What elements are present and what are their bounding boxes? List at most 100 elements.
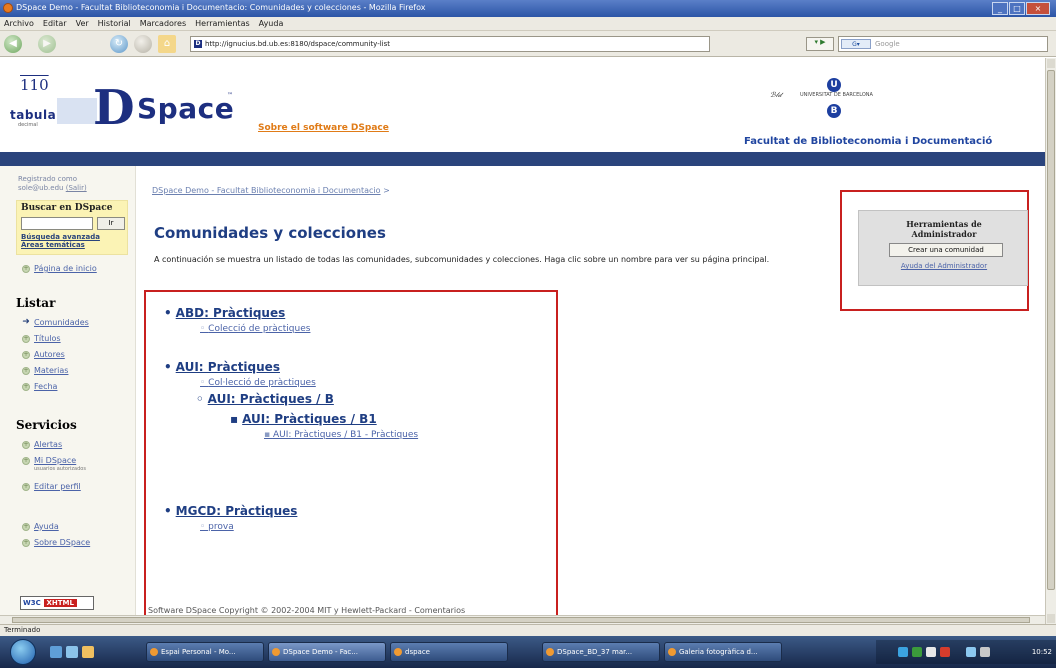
bullet-icon: + — [22, 538, 30, 547]
breadcrumb-link[interactable]: DSpace Demo - Facultat Biblioteconomia i… — [152, 186, 381, 195]
community-list-highlight — [144, 290, 558, 624]
edit-profile-link[interactable]: + Editar perfil — [22, 482, 81, 491]
window-title: DSpace Demo - Facultat Biblioteconomia i… — [16, 3, 426, 12]
taskbar-item[interactable]: dspace — [390, 642, 508, 662]
bullet-icon: + — [22, 440, 30, 449]
browse-subjects-link[interactable]: + Materias — [22, 366, 68, 375]
bullet-icon: + — [22, 350, 30, 359]
bullet-icon: + — [22, 264, 30, 273]
header-bar — [0, 152, 1045, 166]
menu-historial[interactable]: Historial — [98, 19, 131, 30]
university-logo[interactable]: ℬ𝓁𝒹 U B UNIVERSITAT DE BARCELONA — [770, 78, 920, 118]
tray-icon[interactable] — [912, 647, 922, 657]
close-button[interactable]: × — [1026, 2, 1050, 15]
scroll-down-icon[interactable] — [1047, 614, 1055, 623]
start-button[interactable] — [10, 639, 36, 665]
search-input[interactable]: G▾ Google — [838, 36, 1048, 52]
google-engine-icon[interactable]: G▾ — [841, 39, 871, 49]
help-link[interactable]: + Ayuda — [22, 522, 59, 531]
menu-ver[interactable]: Ver — [76, 19, 89, 30]
home-link[interactable]: + Página de inicio — [22, 264, 97, 273]
vertical-scrollbar[interactable] — [1045, 58, 1056, 624]
arrow-icon: ➜ — [22, 316, 30, 327]
intro-text: A continuación se muestra un listado de … — [154, 255, 770, 264]
about-dspace-sidebar-link[interactable]: + Sobre DSpace — [22, 538, 90, 547]
search-heading: Buscar en DSpace — [21, 203, 113, 213]
sidebar-search-go-button[interactable]: Ir — [97, 217, 125, 230]
logout-link[interactable]: (Salir) — [66, 184, 87, 192]
tray-icon[interactable] — [898, 647, 908, 657]
advanced-search-link[interactable]: Búsqueda avanzada — [21, 233, 100, 241]
community-abd[interactable]: • ABD: Pràctiques — [164, 306, 285, 320]
w3c-xhtml-badge[interactable]: W3C XHTML — [20, 596, 94, 610]
dspace-logo[interactable]: D Space ™ — [57, 80, 235, 136]
maximize-button[interactable]: □ — [1009, 2, 1025, 15]
quicklaunch-icon[interactable] — [50, 646, 62, 658]
admin-help-link[interactable]: Ayuda del Administrador — [859, 262, 1029, 270]
tabula-logo[interactable]: 110 tabula decimal — [10, 76, 56, 136]
menu-marcadores[interactable]: Marcadores — [140, 19, 186, 30]
faculty-name: Facultat de Biblioteconomia i Documentac… — [744, 136, 993, 147]
stop-icon[interactable] — [134, 35, 152, 53]
collection-abd-practiques[interactable]: ◦ Colecció de pràctiques — [200, 324, 310, 334]
horizontal-scrollbar[interactable] — [0, 615, 1045, 624]
logged-in-info: Registrado como sole@ub.edu (Salir) — [18, 175, 87, 192]
reload-icon[interactable]: ↻ — [110, 35, 128, 53]
back-icon[interactable]: ◀ — [4, 35, 22, 53]
browse-date-link[interactable]: + Fecha — [22, 382, 57, 391]
about-dspace-link[interactable]: Sobre el software DSpace — [258, 123, 389, 133]
topic-areas-link[interactable]: Áreas temáticas — [21, 241, 85, 249]
menu-ayuda[interactable]: Ayuda — [259, 19, 284, 30]
quicklaunch-icon[interactable] — [82, 646, 94, 658]
url-input[interactable]: D http://ignucius.bd.ub.es:8180/dspace/c… — [190, 36, 710, 52]
scroll-thumb[interactable] — [1047, 70, 1055, 590]
menu-archivo[interactable]: Archivo — [4, 19, 34, 30]
taskbar-item[interactable]: DSpace_BD_37 mar... — [542, 642, 660, 662]
subcommunity-aui-b[interactable]: ◦ AUI: Pràctiques / B — [196, 392, 334, 406]
alerts-link[interactable]: + Alertas — [22, 440, 62, 449]
browse-communities-link[interactable]: ➜ Comunidades — [22, 316, 89, 327]
page-title: Comunidades y colecciones — [154, 224, 386, 242]
go-button[interactable]: ▾ ▶ — [806, 37, 834, 51]
my-dspace-link[interactable]: + Mi DSpace — [22, 456, 76, 465]
create-community-button[interactable]: Crear una comunidad — [889, 243, 1003, 257]
browse-heading: Listar — [16, 296, 56, 310]
tray-icon[interactable] — [940, 647, 950, 657]
services-heading: Servicios — [16, 418, 77, 432]
bullet-icon: + — [22, 334, 30, 343]
tray-icon[interactable] — [926, 647, 936, 657]
page-viewport: 110 tabula decimal D Space ™ Sobre el so… — [0, 58, 1045, 624]
taskbar-item[interactable]: Espai Personal - Mo... — [146, 642, 264, 662]
quicklaunch-icon[interactable] — [66, 646, 78, 658]
community-aui[interactable]: • AUI: Pràctiques — [164, 360, 280, 374]
taskbar-item[interactable]: Galeria fotogràfica d... — [664, 642, 782, 662]
bullet-icon: + — [22, 482, 30, 491]
menu-herramientas[interactable]: Herramientas — [195, 19, 250, 30]
sidebar: Registrado como sole@ub.edu (Salir) Busc… — [0, 166, 136, 624]
clock[interactable]: 10:52 — [1032, 648, 1052, 656]
volume-icon[interactable] — [980, 647, 990, 657]
scroll-up-icon[interactable] — [1047, 59, 1055, 68]
network-icon[interactable] — [966, 647, 976, 657]
sidebar-search-input[interactable] — [21, 217, 93, 230]
browse-authors-link[interactable]: + Autores — [22, 350, 65, 359]
window-controls: _ □ × — [992, 2, 1050, 15]
window-titlebar: DSpace Demo - Facultat Biblioteconomia i… — [0, 0, 1056, 17]
breadcrumb: DSpace Demo - Facultat Biblioteconomia i… — [152, 186, 390, 195]
system-tray: 10:52 — [876, 640, 1056, 664]
forward-icon[interactable]: ▶ — [38, 35, 56, 53]
collection-aui-b1-practiques[interactable]: ▪ AUI: Pràctiques / B1 - Pràctiques — [264, 430, 418, 440]
taskbar-item-active[interactable]: DSpace Demo - Fac... — [268, 642, 386, 662]
home-icon[interactable]: ⌂ — [158, 35, 176, 53]
search-panel: Buscar en DSpace Ir Búsqueda avanzada Ár… — [16, 200, 128, 255]
favicon-icon: D — [194, 40, 202, 48]
menu-editar[interactable]: Editar — [43, 19, 67, 30]
my-dspace-note: usuarios autorizados — [34, 466, 86, 472]
dspace-header: 110 tabula decimal D Space ™ Sobre el so… — [0, 58, 1045, 152]
minimize-button[interactable]: _ — [992, 2, 1008, 15]
community-mgcd[interactable]: • MGCD: Pràctiques — [164, 504, 297, 518]
collection-aui-practiques[interactable]: ◦ Col·lecció de pràctiques — [200, 378, 316, 388]
browse-titles-link[interactable]: + Títulos — [22, 334, 61, 343]
subcommunity-aui-b1[interactable]: ▪ AUI: Pràctiques / B1 — [230, 412, 377, 426]
collection-mgcd-prova[interactable]: ◦ prova — [200, 522, 234, 532]
